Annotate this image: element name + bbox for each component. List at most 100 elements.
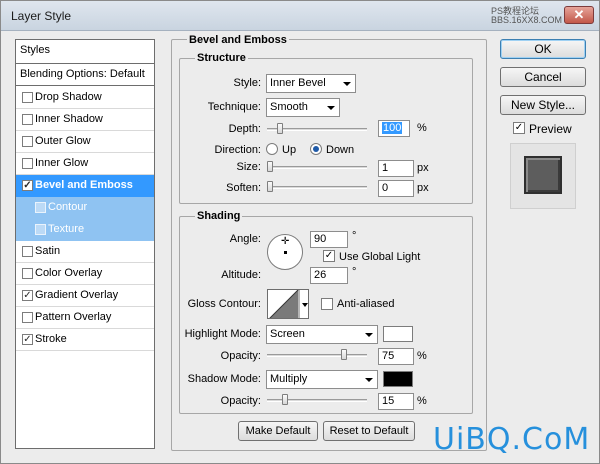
anti-aliased-label: Anti-aliased [337,298,395,310]
highlight-mode-label: Highlight Mode: [184,328,261,340]
preview-label: Preview [529,122,572,136]
soften-field[interactable]: 0 [378,180,414,197]
checkbox[interactable] [22,114,33,125]
checkbox[interactable] [22,158,33,169]
checkbox-checked[interactable]: ✓ [22,180,33,191]
soften-label: Soften: [226,182,261,194]
highlight-mode-dropdown[interactable]: Screen [266,325,378,344]
altitude-field[interactable]: 26 [310,267,348,284]
size-label: Size: [236,161,261,173]
style-item-color-overlay[interactable]: Color Overlay [16,263,154,285]
style-item-stroke[interactable]: ✓ Stroke [16,329,154,351]
styles-list: Styles Blending Options: Default Drop Sh… [15,39,155,449]
angle-field[interactable]: 90 [310,231,348,248]
chevron-down-icon [365,333,373,337]
style-item-texture[interactable]: Texture [16,219,154,241]
depth-unit: % [417,122,427,134]
style-item-drop-shadow[interactable]: Drop Shadow [16,87,154,109]
highlight-color-swatch[interactable] [383,326,413,342]
style-label: Style: [233,77,261,89]
ok-button[interactable]: OK [500,39,586,59]
watermark-top: PS教程论坛 BBS.16XX8.COM [491,6,563,25]
depth-label: Depth: [228,123,261,135]
size-slider-thumb[interactable] [267,161,273,172]
style-item-pattern-overlay[interactable]: Pattern Overlay [16,307,154,329]
size-slider[interactable] [267,166,367,169]
structure-title: Structure [195,52,248,64]
direction-up-label: Up [282,144,297,156]
crosshair-icon: ✛ [281,236,290,247]
title-bar[interactable]: Layer Style PS教程论坛 BBS.16XX8.COM ✕ [1,1,599,31]
checkbox[interactable] [22,136,33,147]
checkbox[interactable] [22,312,33,323]
global-light-label: Use Global Light [339,251,421,263]
shadow-opacity-thumb[interactable] [282,394,288,405]
shadow-mode-label: Shadow Mode: [187,373,261,385]
angle-dial[interactable]: ✛ [267,234,303,270]
soften-slider-thumb[interactable] [267,181,273,192]
angle-unit: ° [352,230,357,242]
style-item-contour[interactable]: Contour [16,197,154,219]
highlight-opacity-slider[interactable] [267,354,367,357]
watermark-bottom: UiBQ.CoM [433,422,591,457]
close-button[interactable]: ✕ [564,6,594,24]
new-style-button[interactable]: New Style... [500,95,586,115]
checkbox[interactable] [35,202,46,213]
bevel-emboss-title: Bevel and Emboss [187,34,289,46]
shadow-color-swatch[interactable] [383,371,413,387]
dial-center-dot [284,251,287,254]
preview-checkbox[interactable]: ✓ [513,122,525,134]
contour-curve-icon [269,290,308,318]
gloss-contour-picker[interactable] [267,289,309,319]
layer-style-dialog: Layer Style PS教程论坛 BBS.16XX8.COM ✕ Style… [0,0,600,464]
shadow-mode-dropdown[interactable]: Multiply [266,370,378,389]
checkbox[interactable] [22,246,33,257]
make-default-button[interactable]: Make Default [238,421,318,441]
shading-title: Shading [195,210,243,222]
chevron-down-icon [365,378,373,382]
blending-options-item[interactable]: Blending Options: Default [16,64,154,86]
global-light-checkbox[interactable]: ✓ [323,250,335,262]
checkbox[interactable] [22,92,33,103]
soften-slider[interactable] [267,186,367,189]
altitude-label: Altitude: [221,269,261,281]
style-item-inner-glow[interactable]: Inner Glow [16,153,154,175]
chevron-down-icon [343,82,351,86]
checkbox[interactable] [35,224,46,235]
shadow-opacity-field[interactable]: 15 [378,393,414,410]
style-item-inner-shadow[interactable]: Inner Shadow [16,109,154,131]
direction-label: Direction: [214,144,261,156]
style-item-bevel-and-emboss[interactable]: ✓ Bevel and Emboss [16,175,154,197]
technique-dropdown[interactable]: Smooth [266,98,340,117]
style-item-outer-glow[interactable]: Outer Glow [16,131,154,153]
style-item-gradient-overlay[interactable]: ✓ Gradient Overlay [16,285,154,307]
direction-down-label: Down [326,144,355,156]
styles-header[interactable]: Styles [16,40,154,64]
highlight-opacity-unit: % [417,350,427,362]
highlight-opacity-label: Opacity: [220,350,261,362]
technique-label: Technique: [207,101,261,113]
cancel-button[interactable]: Cancel [500,67,586,87]
preview-thumbnail [524,156,562,194]
soften-unit: px [417,182,429,194]
direction-down-radio[interactable] [310,143,322,155]
size-field[interactable]: 1 [378,160,414,177]
highlight-opacity-field[interactable]: 75 [378,348,414,365]
checkbox[interactable] [22,268,33,279]
depth-slider-thumb[interactable] [277,123,283,134]
angle-label: Angle: [229,233,261,245]
chevron-down-icon [327,106,335,110]
style-dropdown[interactable]: Inner Bevel [266,74,356,93]
depth-field[interactable]: 100 [378,120,410,137]
size-unit: px [417,162,429,174]
checkbox-checked[interactable]: ✓ [22,334,33,345]
direction-up-radio[interactable] [266,143,278,155]
style-item-satin[interactable]: Satin [16,241,154,263]
checkbox-checked[interactable]: ✓ [22,290,33,301]
reset-to-default-button[interactable]: Reset to Default [323,421,415,441]
anti-aliased-checkbox[interactable] [321,298,333,310]
shadow-opacity-unit: % [417,395,427,407]
altitude-unit: ° [352,266,357,278]
gloss-contour-label: Gloss Contour: [187,298,261,310]
highlight-opacity-thumb[interactable] [341,349,347,360]
